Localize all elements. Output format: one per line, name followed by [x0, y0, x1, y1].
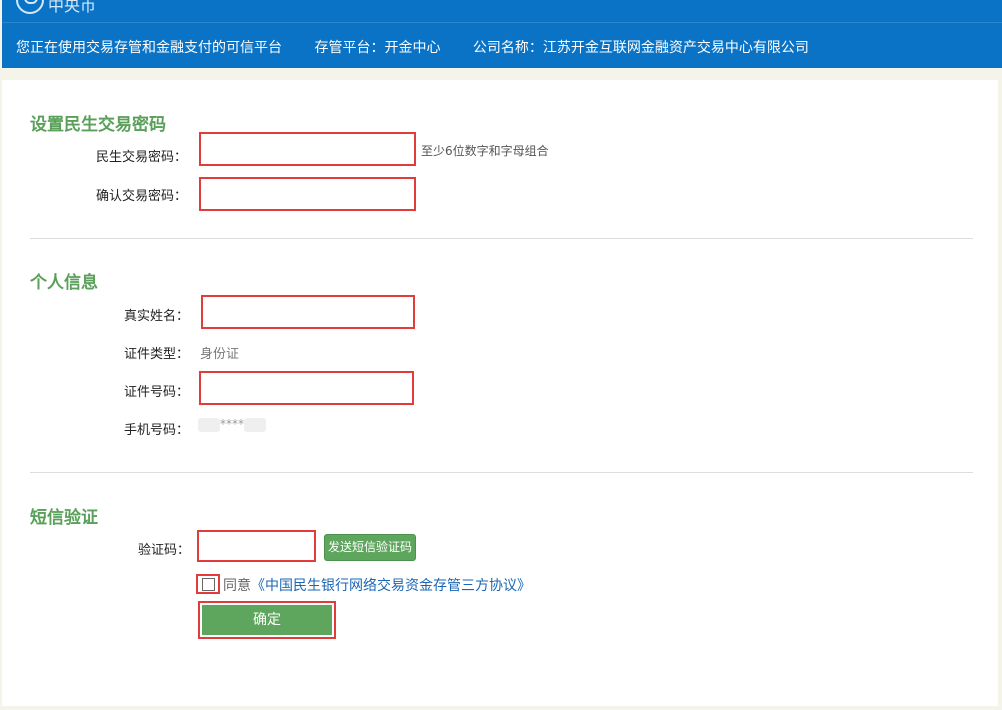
sms-code-input[interactable]: [205, 532, 312, 562]
top-header: 中央币 您正在使用交易存管和金融支付的可信平台 存管平台：开金中心 公司名称：江…: [2, 0, 1002, 68]
phone-blur-left: [198, 417, 220, 432]
confirm-password-label: 确认交易密码：: [96, 189, 188, 204]
agreement-link[interactable]: 《中国民生银行网络交易资金存管三方协议》: [251, 578, 531, 594]
submit-button-frame[interactable]: 确定: [198, 601, 336, 639]
id-number-field[interactable]: [199, 371, 414, 405]
confirm-password-input[interactable]: [207, 179, 412, 211]
trade-password-label: 民生交易密码：: [96, 150, 188, 165]
trade-password-hint: 至少6位数字和字母组合: [421, 144, 549, 158]
phone-blur-right: [244, 417, 266, 432]
phone-masked-digits: ****: [220, 417, 244, 431]
sms-code-label: 验证码：: [138, 543, 191, 558]
agreement-text: 同意《中国民生银行网络交易资金存管三方协议》: [223, 575, 531, 595]
confirm-password-field[interactable]: [199, 177, 416, 211]
platform-notice: 您正在使用交易存管和金融支付的可信平台: [16, 40, 282, 56]
platform-name: 存管平台：开金中心: [314, 40, 441, 56]
agree-prefix: 同意: [223, 578, 251, 594]
agreement-checkbox[interactable]: [196, 574, 220, 594]
phone-value: ****: [198, 417, 266, 432]
submit-button[interactable]: 确定: [202, 605, 332, 635]
real-name-label: 真实姓名：: [124, 309, 190, 324]
logo-text: 中央币: [48, 0, 97, 15]
section-title-personal: 个人信息: [30, 273, 98, 293]
logo-strip: 中央币: [2, 0, 1002, 23]
trade-password-field[interactable]: [199, 132, 416, 166]
real-name-input[interactable]: [209, 297, 411, 329]
id-type-label: 证件类型：: [124, 347, 190, 362]
form-panel: 设置民生交易密码 民生交易密码： 至少6位数字和字母组合 确认交易密码： 个人信…: [2, 80, 998, 706]
id-number-input[interactable]: [207, 373, 410, 405]
trade-password-input[interactable]: [207, 134, 412, 166]
sms-code-field[interactable]: [197, 530, 316, 562]
company-name: 公司名称：江苏开金互联网金融资产交易中心有限公司: [472, 40, 809, 56]
section-divider-2: [30, 472, 973, 473]
logo-icon: [16, 0, 44, 14]
section-title-password: 设置民生交易密码: [30, 115, 166, 135]
send-sms-button[interactable]: 发送短信验证码: [324, 534, 416, 561]
section-divider-1: [30, 238, 973, 239]
id-type-value: 身份证: [200, 347, 240, 362]
platform-info-bar: 您正在使用交易存管和金融支付的可信平台 存管平台：开金中心 公司名称：江苏开金互…: [16, 37, 837, 57]
real-name-field[interactable]: [201, 295, 415, 329]
section-title-sms: 短信验证: [30, 508, 98, 528]
id-number-label: 证件号码：: [124, 385, 190, 400]
checkbox-box[interactable]: [202, 578, 215, 591]
phone-label: 手机号码：: [124, 423, 190, 438]
